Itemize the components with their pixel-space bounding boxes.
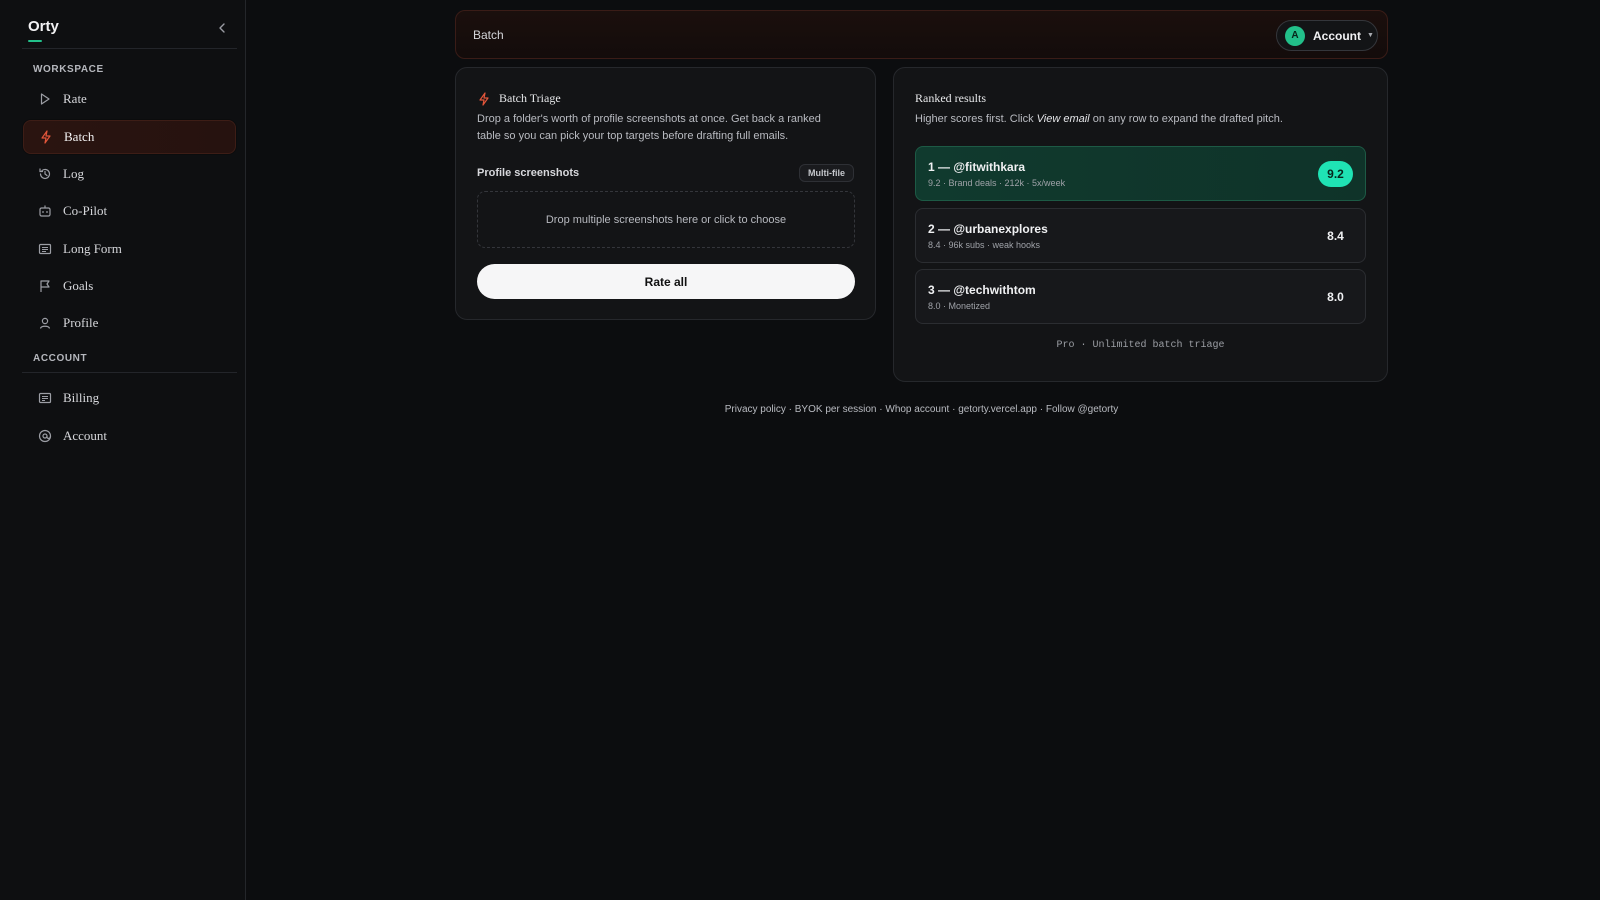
sidebar-item-account[interactable]: Account: [23, 419, 236, 453]
at-icon: [37, 428, 53, 444]
sidebar-item-label: Billing: [63, 390, 100, 405]
footer-link-follow[interactable]: Follow @getorty: [1046, 404, 1118, 415]
sidebar-item-rate[interactable]: Rate: [23, 82, 236, 116]
receipt-icon: [37, 390, 53, 406]
result-row[interactable]: 3 — @techwithtom 8.0 · Monetized 8.0: [915, 269, 1366, 324]
rate-all-button[interactable]: Rate all: [477, 264, 855, 299]
sidebar: Orty WORKSPACE Rate Batch Log Co-Pilot L…: [0, 0, 246, 900]
chevron-down-icon: ▼: [1367, 32, 1374, 39]
score-badge: 9.2: [1318, 161, 1353, 187]
brand-logo[interactable]: Orty: [28, 18, 59, 35]
footer-link-privacy[interactable]: Privacy policy: [725, 404, 786, 415]
footer-link-byok[interactable]: BYOK per session: [795, 404, 877, 415]
avatar: A: [1285, 25, 1305, 46]
account-label: Account: [1313, 28, 1361, 43]
result-subtitle: 9.2 · Brand deals · 212k · 5x/week: [928, 178, 1066, 188]
sidebar-item-label: Batch: [64, 129, 95, 144]
top-bar: Batch A Account ▼: [455, 10, 1388, 59]
footer-link-whop[interactable]: Whop account: [885, 404, 949, 415]
ranked-results-card: Ranked results Higher scores first. Clic…: [893, 67, 1388, 382]
sidebar-item-long-form[interactable]: Long Form: [23, 232, 236, 266]
batch-triage-card: Batch Triage Drop a folder's worth of pr…: [455, 67, 876, 320]
lightning-icon: [477, 91, 491, 106]
footer-separator: ·: [785, 404, 795, 415]
sidebar-item-label: Co-Pilot: [63, 203, 108, 218]
card-description: Drop a folder's worth of profile screens…: [477, 113, 821, 142]
plan-note: Pro · Unlimited batch triage: [1056, 340, 1225, 351]
result-title: 3 — @techwithtom: [928, 283, 1036, 297]
sidebar-item-billing[interactable]: Billing: [23, 381, 236, 415]
desc-text: Higher scores first. Click: [915, 113, 1037, 125]
footer-separator: ·: [949, 404, 959, 415]
file-dropzone[interactable]: Drop multiple screenshots here or click …: [477, 191, 855, 248]
play-icon: [37, 91, 53, 107]
result-title: 2 — @urbanexplores: [928, 222, 1048, 236]
sidebar-item-label: Long Form: [63, 241, 122, 256]
sidebar-item-batch[interactable]: Batch: [23, 120, 236, 154]
sidebar-item-log[interactable]: Log: [23, 157, 236, 191]
card-title-text: Batch Triage: [499, 91, 561, 105]
brand-underline: [28, 40, 42, 42]
lightning-icon: [38, 129, 54, 145]
card-title: Ranked results: [915, 91, 986, 105]
result-row[interactable]: 1 — @fitwithkara 9.2 · Brand deals · 212…: [915, 146, 1366, 201]
desc-text: on any row to expand the drafted pitch.: [1089, 113, 1283, 125]
sidebar-item-label: Goals: [63, 278, 94, 293]
result-row[interactable]: 2 — @urbanexplores 8.4 · 96k subs · weak…: [915, 208, 1366, 263]
document-icon: [37, 241, 53, 257]
sidebar-item-goals[interactable]: Goals: [23, 269, 236, 303]
card-description: Higher scores first. Click View email on…: [915, 111, 1375, 128]
footer: Privacy policy · BYOK per session · Whop…: [455, 404, 1388, 415]
bot-icon: [37, 203, 53, 219]
flag-icon: [37, 278, 53, 294]
sidebar-item-label: Account: [63, 428, 108, 443]
sidebar-item-profile[interactable]: Profile: [23, 306, 236, 340]
user-icon: [37, 315, 53, 331]
page-title: Batch: [473, 28, 504, 42]
section-label-account: ACCOUNT: [33, 353, 88, 364]
footer-separator: ·: [1036, 404, 1046, 415]
score-badge: 8.0: [1327, 290, 1344, 304]
account-menu-button[interactable]: A Account ▼: [1276, 20, 1378, 51]
sidebar-item-co-pilot[interactable]: Co-Pilot: [23, 194, 236, 228]
sidebar-item-label: Log: [63, 166, 84, 181]
history-icon: [37, 166, 53, 182]
section-label-workspace: WORKSPACE: [33, 64, 104, 75]
collapse-sidebar-button[interactable]: [212, 18, 232, 38]
divider: [22, 48, 237, 49]
sidebar-item-label: Profile: [63, 315, 99, 330]
result-subtitle: 8.0 · Monetized: [928, 301, 991, 311]
sidebar-item-label: Rate: [63, 91, 87, 106]
score-badge: 8.4: [1327, 229, 1344, 243]
result-title: 1 — @fitwithkara: [928, 160, 1026, 174]
card-title: Batch Triage: [477, 91, 561, 106]
footer-link-site[interactable]: getorty.vercel.app: [958, 404, 1037, 415]
view-email-link: View email: [1036, 113, 1090, 125]
multi-file-badge: Multi-file: [799, 164, 854, 182]
divider: [22, 372, 237, 373]
chevron-left-icon: [219, 23, 225, 33]
field-label: Profile screenshots: [477, 167, 580, 179]
result-subtitle: 8.4 · 96k subs · weak hooks: [928, 240, 1041, 250]
